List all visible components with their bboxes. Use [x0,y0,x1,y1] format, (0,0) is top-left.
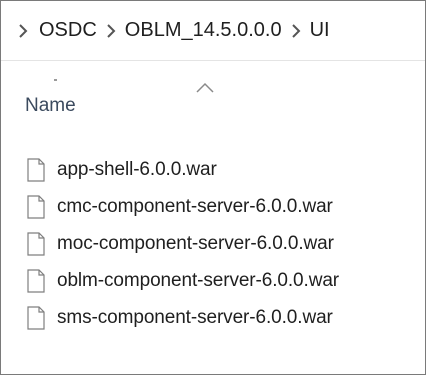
file-icon [27,305,45,330]
list-item[interactable]: cmc-component-server-6.0.0.war [27,188,339,225]
list-item[interactable]: sms-component-server-6.0.0.war [27,299,339,336]
chevron-up-icon[interactable] [195,81,215,93]
breadcrumb-item-ui[interactable]: UI [310,19,330,42]
file-name: cmc-component-server-6.0.0.war [57,195,333,217]
column-header-name[interactable]: Name [25,95,76,117]
list-item[interactable]: moc-component-server-6.0.0.war [27,225,339,262]
file-icon [27,194,45,219]
file-list: app-shell-6.0.0.war cmc-component-server… [27,151,339,336]
chevron-right-icon[interactable] [17,23,29,38]
file-explorer-window: OSDC OBLM_14.5.0.0.0 UI Name app-shell-6… [0,0,426,375]
chevron-right-icon[interactable] [105,23,117,38]
file-icon [27,157,45,182]
file-name: moc-component-server-6.0.0.war [57,232,334,254]
breadcrumb-item-oblm[interactable]: OBLM_14.5.0.0.0 [125,19,282,42]
scroll-marker [54,79,57,81]
chevron-right-icon[interactable] [290,23,302,38]
list-item[interactable]: oblm-component-server-6.0.0.war [27,262,339,299]
breadcrumb: OSDC OBLM_14.5.0.0.0 UI [1,1,425,61]
file-icon [27,231,45,256]
file-icon [27,268,45,293]
list-item[interactable]: app-shell-6.0.0.war [27,151,339,188]
breadcrumb-item-osdc[interactable]: OSDC [39,19,97,42]
file-name: oblm-component-server-6.0.0.war [57,269,340,291]
file-name: sms-component-server-6.0.0.war [57,306,333,328]
file-name: app-shell-6.0.0.war [57,158,217,180]
